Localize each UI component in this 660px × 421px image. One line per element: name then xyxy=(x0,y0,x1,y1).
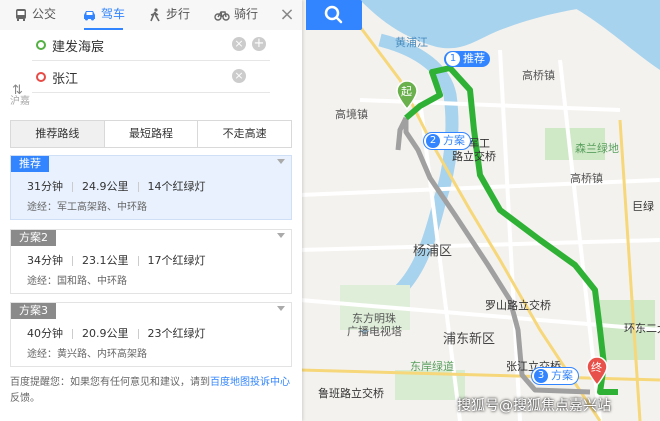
walk-icon xyxy=(150,7,160,21)
map-label-dongan: 东岸绿道 xyxy=(410,360,454,373)
tab-bus-label: 公交 xyxy=(32,7,57,21)
end-field-value: 张江 xyxy=(52,72,79,87)
route-tag-1-label: 推荐 xyxy=(463,52,485,65)
route-1-lights: 14个红绿灯 xyxy=(147,180,206,193)
route-3-time: 40分钟 xyxy=(27,327,63,340)
tab-walk[interactable]: 步行 xyxy=(148,0,190,30)
route-tag-3[interactable]: 3 方案 xyxy=(531,367,579,385)
route-tag-3-number: 3 xyxy=(534,369,548,383)
route-3-via: 途经：黄兴路、内环高架路 xyxy=(27,349,147,360)
map-label-gaoqiaozhen: 高桥镇 xyxy=(522,69,555,82)
route-tag-1-number: 1 xyxy=(446,52,460,66)
tab-bike[interactable]: 骑行 xyxy=(214,0,258,30)
route-2-badge: 方案2 xyxy=(11,230,56,246)
route-tag-2-label: 方案 xyxy=(443,134,465,147)
map-label-gaojingzhen: 高境镇 xyxy=(335,108,368,121)
footer-prefix: 百度提醒您：如果您有任何意见和建议，请到 xyxy=(10,377,210,388)
watermark: 搜狐号@搜狐焦点嘉兴站 xyxy=(457,398,611,414)
map-label-huangpujiang: 黄浦江 xyxy=(395,36,428,49)
tab-bike-label: 骑行 xyxy=(234,7,259,21)
search-icon xyxy=(324,5,343,24)
tab-drive-label: 驾车 xyxy=(101,7,126,21)
route-3-lights: 23个红绿灯 xyxy=(147,327,206,340)
start-field[interactable]: 建发海宸 × + xyxy=(32,30,270,61)
route-1-badge: 推荐 xyxy=(11,156,49,172)
route-2-time: 34分钟 xyxy=(27,254,63,267)
map-label-hujia: 沪嘉 xyxy=(10,96,30,107)
map-label-julv: 巨绿 xyxy=(632,200,654,213)
route-tag-1[interactable]: 1 推荐 xyxy=(444,51,490,67)
tab-drive[interactable]: 驾车 xyxy=(82,0,125,30)
route-inputs: 建发海宸 × + 张江 × ⇅ xyxy=(0,30,302,98)
map-label-pudong: 浦东新区 xyxy=(443,332,496,347)
start-field-value: 建发海宸 xyxy=(52,40,105,55)
start-dot-icon xyxy=(36,40,46,50)
tab-shortest[interactable]: 最短路程 xyxy=(105,121,199,147)
map-label-senlan: 森兰绿地 xyxy=(575,142,619,155)
clear-start-icon[interactable]: × xyxy=(232,37,246,51)
transport-tabs: 公交 驾车 步行 骑行 × xyxy=(0,0,302,31)
route-card-3[interactable]: 方案3 40分钟 20.9公里 23个红绿灯 途经：黄兴路、内环高架路 xyxy=(10,302,292,367)
tab-walk-label: 步行 xyxy=(166,7,191,21)
strategy-tabs: 推荐路线 最短路程 不走高速 xyxy=(10,120,292,148)
route-2-stats: 34分钟 23.1公里 17个红绿灯 xyxy=(27,252,215,268)
end-pin[interactable]: 终 xyxy=(586,356,608,387)
map-label-guangbo: 广播电视塔 xyxy=(347,325,402,338)
add-waypoint-icon[interactable]: + xyxy=(252,37,266,51)
map-label-huanhu: 环东二大 xyxy=(624,322,660,335)
chevron-down-icon xyxy=(277,306,285,311)
end-dot-icon xyxy=(36,72,46,82)
route-tag-2[interactable]: 2 方案 xyxy=(423,132,471,150)
tab-recommended[interactable]: 推荐路线 xyxy=(11,121,105,147)
route-tag-2-number: 2 xyxy=(426,134,440,148)
route-panel: 公交 驾车 步行 骑行 × 建发海宸 × + 张江 × ⇅ 推荐路线 最短路程 … xyxy=(0,0,302,421)
map-label-jungong-bridge: 路立交桥 xyxy=(452,150,496,163)
footer-suffix: 反馈。 xyxy=(10,393,40,404)
route-2-via: 途经：国和路、中环路 xyxy=(27,276,127,287)
route-3-stats: 40分钟 20.9公里 23个红绿灯 xyxy=(27,325,215,341)
route-2-lights: 17个红绿灯 xyxy=(147,254,206,267)
complaint-center-link[interactable]: 百度地图投诉中心 xyxy=(210,377,290,388)
end-pin-label: 终 xyxy=(591,361,602,374)
search-button[interactable] xyxy=(306,0,362,30)
route-3-distance: 20.9公里 xyxy=(82,327,129,340)
route-1-via: 途经：军工高架路、中环路 xyxy=(27,202,147,213)
close-icon[interactable]: × xyxy=(276,4,298,26)
start-pin-label: 起 xyxy=(401,85,412,98)
route-1-time: 31分钟 xyxy=(27,180,63,193)
map-label-gaoqiao2: 高桥镇 xyxy=(570,172,603,185)
route-2-distance: 23.1公里 xyxy=(82,254,129,267)
start-pin[interactable]: 起 xyxy=(396,80,418,111)
tab-no-highway[interactable]: 不走高速 xyxy=(198,121,291,147)
bus-icon xyxy=(16,8,26,21)
route-tag-3-label: 方案 xyxy=(551,369,573,382)
map-label-yangpu: 杨浦区 xyxy=(413,244,453,259)
car-icon xyxy=(84,10,95,20)
route-card-2[interactable]: 方案2 34分钟 23.1公里 17个红绿灯 途经：国和路、中环路 xyxy=(10,229,292,294)
footer-notice: 百度提醒您：如果您有任何意见和建议，请到百度地图投诉中心反馈。 xyxy=(10,375,292,407)
map-label-luoshan: 罗山路立交桥 xyxy=(485,299,551,312)
route-1-distance: 24.9公里 xyxy=(82,180,129,193)
chevron-down-icon xyxy=(277,159,285,164)
clear-end-icon[interactable]: × xyxy=(232,69,246,83)
chevron-down-icon xyxy=(277,233,285,238)
route-3-badge: 方案3 xyxy=(11,303,56,319)
route-1-stats: 31分钟 24.9公里 14个红绿灯 xyxy=(27,178,215,194)
route-card-1[interactable]: 推荐 31分钟 24.9公里 14个红绿灯 途经：军工高架路、中环路 xyxy=(10,155,292,220)
map-label-luqiao: 鲁班路立交桥 xyxy=(318,387,384,400)
tab-bus[interactable]: 公交 xyxy=(14,0,56,30)
end-field[interactable]: 张江 × xyxy=(32,62,270,93)
bike-icon xyxy=(214,10,230,21)
